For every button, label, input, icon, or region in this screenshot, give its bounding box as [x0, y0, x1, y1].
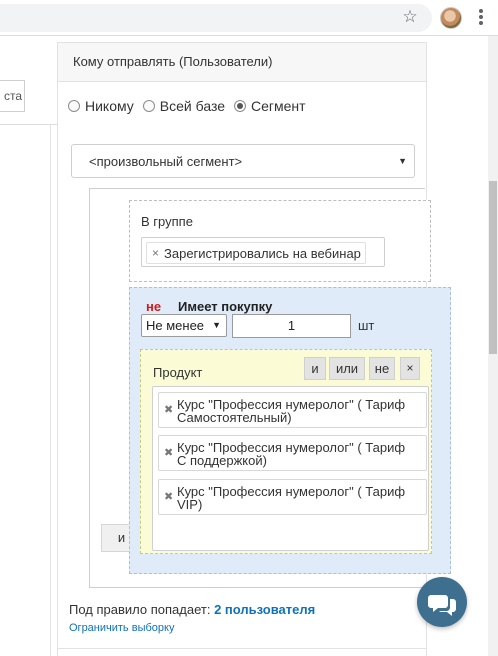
or-button[interactable]: или: [329, 357, 365, 380]
unit-label: шт: [358, 318, 375, 333]
limit-selection-link[interactable]: Ограничить выборку: [69, 622, 174, 634]
quantity-input[interactable]: 1: [232, 314, 351, 338]
remove-tag-icon[interactable]: ×: [152, 246, 159, 260]
chat-icon: [428, 595, 456, 616]
radio-label: Сегмент: [251, 98, 306, 114]
left-text-input[interactable]: ста: [0, 80, 25, 112]
chevron-down-icon: ▼: [212, 320, 221, 330]
product-tag-field[interactable]: ✖ Курс "Профессия нумеролог" ( Тариф Сам…: [152, 386, 429, 551]
product-rule-label: Продукт: [153, 365, 203, 380]
remove-tag-icon[interactable]: ✖: [164, 491, 173, 504]
chat-button[interactable]: [417, 577, 467, 627]
remove-tag-icon[interactable]: ✖: [164, 447, 173, 460]
audience-radio-group: Никому Всей базе Сегмент: [68, 96, 315, 116]
group-tag-label: Зарегистрировались на вебинар: [164, 245, 361, 261]
radio-button[interactable]: [142, 100, 155, 112]
purchase-rule: не Имеет покупку Не менее ▼ 1 шт Продукт…: [129, 287, 451, 574]
radio-button-checked[interactable]: [234, 100, 246, 112]
radio-nobody[interactable]: Никому: [68, 98, 134, 114]
remove-rule-button[interactable]: ×: [400, 357, 420, 380]
and-button[interactable]: и: [304, 357, 326, 380]
rule-result-count[interactable]: 2 пользователя: [214, 602, 315, 617]
product-tag-line: С поддержкой): [177, 453, 267, 468]
not-button[interactable]: не: [369, 357, 395, 380]
product-tag-line: VIP): [177, 497, 203, 512]
radio-label: Всей базе: [159, 98, 225, 114]
group-tag: × Зарегистрировались на вебинар: [146, 242, 366, 264]
group-rule-label: В группе: [141, 214, 193, 229]
segment-select-value: <произвольный сегмент>: [89, 154, 243, 169]
browser-toolbar: ☆: [0, 0, 498, 36]
recipients-panel: Кому отправлять (Пользователи) Никому Вс…: [57, 42, 451, 656]
product-tag-line: Самостоятельный): [177, 410, 292, 425]
product-rule: Продукт и или не × ✖ Курс "Профессия нум…: [140, 349, 432, 554]
menu-icon[interactable]: [475, 8, 487, 28]
chevron-down-icon: ▼: [398, 156, 407, 166]
remove-tag-icon[interactable]: ✖: [164, 404, 173, 417]
radio-button[interactable]: [68, 100, 80, 112]
divider: [50, 124, 51, 656]
rule-result-label: Под правило попадает:: [69, 602, 211, 617]
avatar[interactable]: [440, 7, 462, 29]
star-icon[interactable]: ☆: [400, 7, 420, 27]
divider: [0, 124, 57, 125]
panel-title: Кому отправлять (Пользователи): [58, 42, 426, 82]
left-sidebar: ста: [0, 36, 57, 656]
product-tag: ✖ Курс "Профессия нумеролог" ( Тариф VIP…: [158, 479, 427, 515]
radio-all-base[interactable]: Всей базе: [142, 98, 225, 114]
min-operator-select[interactable]: Не менее ▼: [141, 314, 227, 337]
product-tag: ✖ Курс "Профессия нумеролог" ( Тариф Сам…: [158, 392, 427, 428]
radio-segment[interactable]: Сегмент: [234, 98, 306, 114]
product-tag-line: Курс "Профессия нумеролог" ( Тариф: [177, 484, 406, 499]
scrollbar-thumb[interactable]: [489, 181, 497, 354]
rule-result: Под правило попадает: 2 пользователя: [69, 602, 315, 617]
divider: [58, 648, 426, 649]
address-bar[interactable]: [0, 4, 432, 32]
min-operator-value: Не менее: [146, 318, 205, 333]
group-rule: В группе × Зарегистрировались на вебинар: [129, 200, 431, 282]
negate-toggle[interactable]: не: [146, 299, 161, 314]
group-tag-field[interactable]: × Зарегистрировались на вебинар: [141, 237, 385, 267]
segment-select[interactable]: <произвольный сегмент> ▼: [71, 144, 415, 178]
purchase-rule-title: Имеет покупку: [178, 299, 273, 314]
radio-label: Никому: [85, 98, 134, 114]
product-tag: ✖ Курс "Профессия нумеролог" ( Тариф С п…: [158, 435, 427, 471]
